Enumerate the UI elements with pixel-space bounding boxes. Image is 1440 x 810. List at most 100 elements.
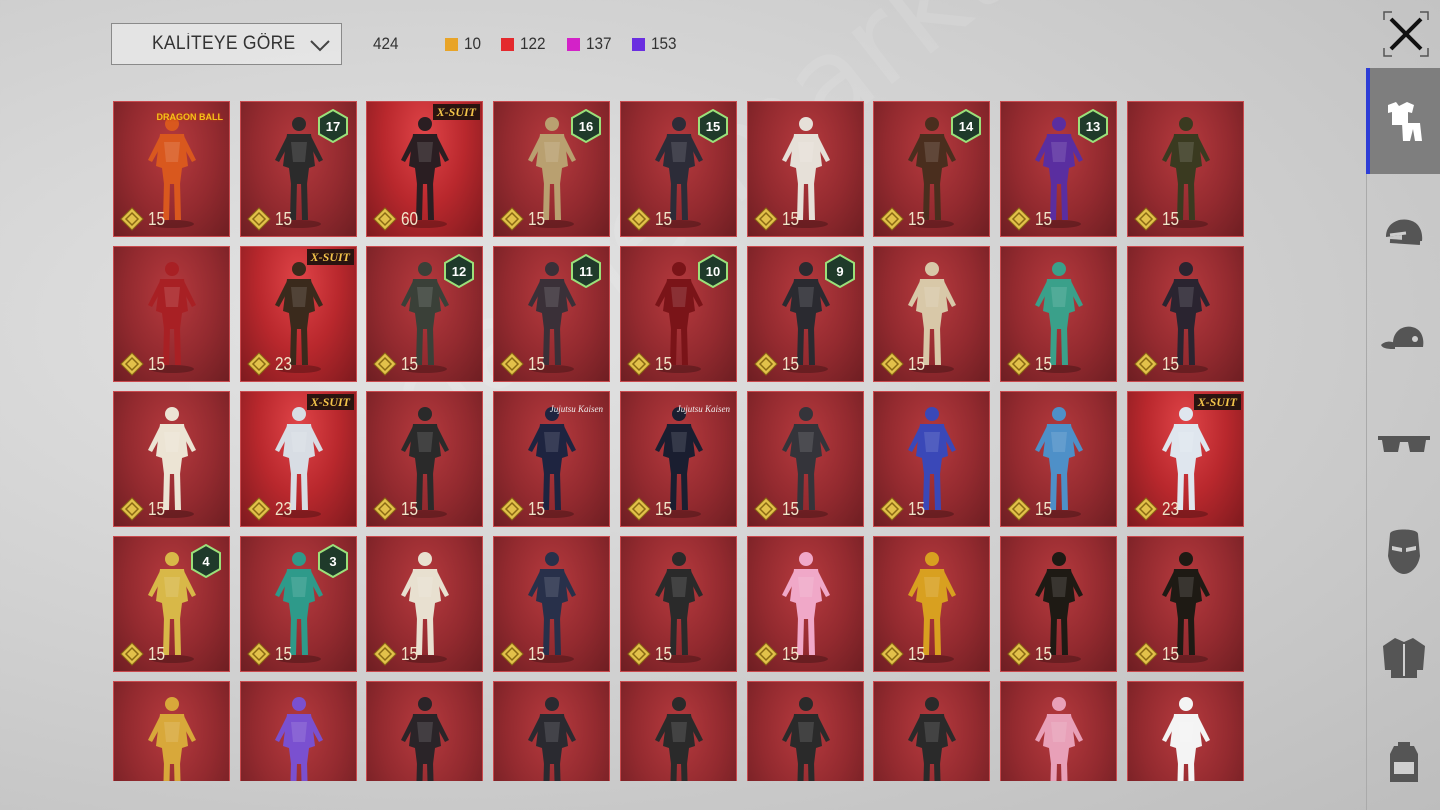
- level-number: 11: [579, 263, 593, 279]
- coin-icon: [247, 497, 271, 521]
- outfit-card[interactable]: 60 X-SUIT: [366, 101, 483, 237]
- price-tag: 15: [754, 207, 802, 231]
- outfit-card[interactable]: [1000, 681, 1117, 781]
- rarity-count-legendary: 10: [445, 34, 483, 54]
- outfit-card[interactable]: 15 Jujutsu Kaisen: [493, 391, 610, 527]
- level-badge: 12: [444, 253, 474, 289]
- price-tag: 15: [120, 497, 168, 521]
- outfit-card[interactable]: 15 DRAGON BALL: [113, 101, 230, 237]
- coin-icon: [500, 497, 524, 521]
- price-value: 15: [908, 498, 926, 519]
- tab-helmets[interactable]: [1367, 180, 1440, 286]
- outfit-card[interactable]: [493, 681, 610, 781]
- outfit-card[interactable]: 15 14: [873, 101, 990, 237]
- outfit-card[interactable]: 23 X-SUIT: [240, 391, 357, 527]
- tab-backpacks[interactable]: [1367, 710, 1440, 810]
- outfit-card[interactable]: 15 11: [493, 246, 610, 382]
- outfit-card[interactable]: 15: [747, 536, 864, 672]
- outfit-card[interactable]: 15 Jujutsu Kaisen: [620, 391, 737, 527]
- inventory-grid: 15 DRAGON BALL 15 17 60 X-SUIT 15 16 15 15 15 15 14 1…: [113, 101, 1244, 781]
- outfit-card[interactable]: [1127, 681, 1244, 781]
- level-badge: 17: [318, 108, 348, 144]
- outfit-figure: [1035, 697, 1083, 781]
- price-tag: 15: [880, 642, 928, 666]
- price-value: 15: [908, 353, 926, 374]
- level-number: 14: [958, 118, 974, 134]
- outfit-card[interactable]: 15 9: [747, 246, 864, 382]
- price-value: 15: [782, 498, 800, 519]
- level-badge: 16: [571, 108, 601, 144]
- coin-icon: [880, 497, 904, 521]
- outfit-card[interactable]: 15: [747, 101, 864, 237]
- collab-logo-tag: Jujutsu Kaisen: [549, 404, 603, 414]
- rarity-swatch: [566, 37, 580, 51]
- tab-eyewear[interactable]: [1367, 392, 1440, 498]
- outfit-card[interactable]: 15: [747, 391, 864, 527]
- outfit-card[interactable]: 15 3: [240, 536, 357, 672]
- outfit-card[interactable]: 15: [1000, 391, 1117, 527]
- outfit-card[interactable]: 15 4: [113, 536, 230, 672]
- outfit-card[interactable]: 15: [1127, 536, 1244, 672]
- tab-hats[interactable]: [1367, 286, 1440, 392]
- price-value: 15: [528, 643, 546, 664]
- outfit-card[interactable]: 15: [1127, 101, 1244, 237]
- outfit-card[interactable]: [873, 681, 990, 781]
- outfit-card[interactable]: [113, 681, 230, 781]
- level-number: 3: [329, 553, 337, 569]
- price-tag: 15: [247, 642, 295, 666]
- price-value: 15: [528, 498, 546, 519]
- tab-masks[interactable]: [1367, 498, 1440, 604]
- level-number: 15: [705, 118, 721, 134]
- outfit-card[interactable]: [240, 681, 357, 781]
- outfit-card[interactable]: 15: [366, 391, 483, 527]
- helmet-icon: [1386, 219, 1423, 245]
- price-value: 15: [148, 643, 166, 664]
- level-badge: 11: [571, 253, 601, 289]
- outfit-icon: [1388, 102, 1422, 141]
- coin-icon: [754, 207, 778, 231]
- outfit-card[interactable]: [366, 681, 483, 781]
- outfit-card[interactable]: 15 10: [620, 246, 737, 382]
- coin-icon: [247, 207, 271, 231]
- outfit-card[interactable]: 15: [873, 246, 990, 382]
- outfit-card[interactable]: 15 16: [493, 101, 610, 237]
- outfit-card[interactable]: 15 12: [366, 246, 483, 382]
- outfit-card[interactable]: 15 13: [1000, 101, 1117, 237]
- outfit-card[interactable]: 15: [1127, 246, 1244, 382]
- coin-icon: [120, 642, 144, 666]
- price-tag: 23: [1134, 497, 1182, 521]
- price-value: 15: [782, 643, 800, 664]
- outfit-card[interactable]: 15: [873, 536, 990, 672]
- brand-logo-tag: DRAGON BALL: [156, 112, 224, 122]
- outfit-card[interactable]: 15: [1000, 246, 1117, 382]
- outfit-figure: [148, 697, 196, 781]
- level-number: 12: [451, 263, 467, 279]
- outfit-card[interactable]: [620, 681, 737, 781]
- level-badge: 9: [825, 253, 855, 289]
- outfit-card[interactable]: 15: [493, 536, 610, 672]
- outfit-card[interactable]: 15: [366, 536, 483, 672]
- tab-outfits[interactable]: [1366, 68, 1440, 174]
- price-tag: 15: [500, 497, 548, 521]
- coin-icon: [627, 207, 651, 231]
- outfit-card[interactable]: 23 X-SUIT: [1127, 391, 1244, 527]
- tab-jackets[interactable]: [1367, 604, 1440, 710]
- outfit-card[interactable]: 15 15: [620, 101, 737, 237]
- outfit-card[interactable]: 15: [873, 391, 990, 527]
- price-tag: 15: [627, 352, 675, 376]
- outfit-card[interactable]: 23 X-SUIT: [240, 246, 357, 382]
- sunglasses-icon: [1378, 436, 1430, 452]
- outfit-card[interactable]: 15 17: [240, 101, 357, 237]
- sort-dropdown[interactable]: KALİTEYE GÖRE: [111, 23, 342, 65]
- outfit-figure: [655, 697, 703, 781]
- outfit-card[interactable]: 15: [113, 246, 230, 382]
- price-tag: 15: [373, 642, 421, 666]
- outfit-card[interactable]: [747, 681, 864, 781]
- outfit-card[interactable]: 15: [620, 536, 737, 672]
- rarity-count-mythic: 122: [501, 34, 548, 54]
- price-tag: 15: [1007, 207, 1055, 231]
- outfit-card[interactable]: 15: [113, 391, 230, 527]
- close-icon[interactable]: [1382, 10, 1430, 58]
- outfit-card[interactable]: 15: [1000, 536, 1117, 672]
- coin-icon: [754, 642, 778, 666]
